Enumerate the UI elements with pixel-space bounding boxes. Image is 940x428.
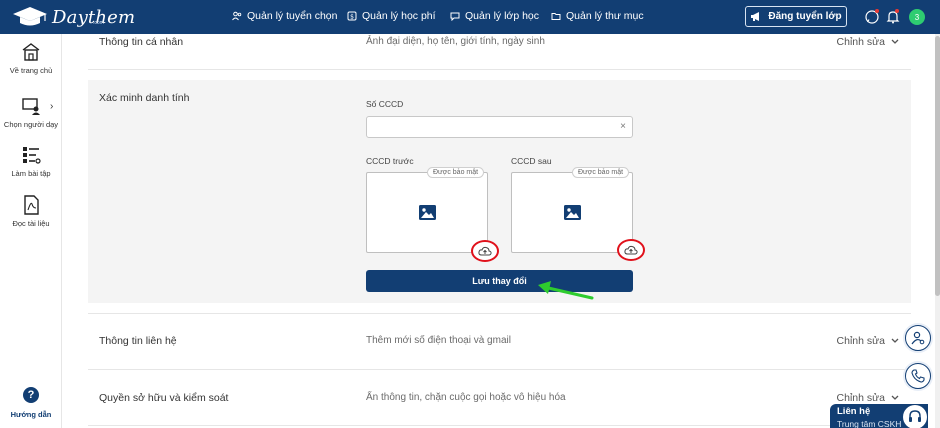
- dollar-icon: $: [347, 11, 357, 21]
- cccd-front-label: CCCD trước: [366, 156, 414, 166]
- sidebar-item-choose-teacher-label: Chọn người dạy: [3, 120, 59, 129]
- user-avatar[interactable]: 3: [909, 9, 925, 25]
- sidebar-item-home[interactable]: Về trang chủ: [0, 42, 62, 75]
- register-class-label: Đăng tuyển lớp: [768, 11, 842, 22]
- logo-subtext: .com: [93, 20, 104, 26]
- chevron-down-icon: [891, 395, 899, 400]
- cccd-back-upload-button[interactable]: [617, 239, 645, 261]
- edit-personal-info-button[interactable]: Chỉnh sửa: [837, 36, 899, 48]
- sidebar-item-documents-label: Đọc tài liệu: [12, 219, 50, 228]
- sidebar: Về trang chủ Chọn người dạy › Làm bài tậ…: [0, 34, 62, 428]
- top-navbar: Daythem .com Quản lý tuyển chọn $ Quản l…: [0, 0, 940, 34]
- section-personal-info-desc: Ảnh đại diện, họ tên, giới tính, ngày si…: [366, 36, 545, 47]
- floating-user-button[interactable]: [905, 325, 931, 351]
- cccd-number-input[interactable]: ×: [366, 116, 633, 138]
- edit-ownership-button[interactable]: Chỉnh sửa: [837, 392, 899, 404]
- section-ownership-desc: Ẩn thông tin, chặn cuộc gọi hoặc vô hiệu…: [366, 392, 566, 403]
- cccd-back-label: CCCD sau: [511, 156, 552, 166]
- section-contact-info: Thông tin liên hệ Thêm mới số điện thoại…: [88, 330, 911, 360]
- image-icon: [564, 205, 581, 220]
- phone-icon: [911, 369, 925, 383]
- teacher-icon: [22, 98, 40, 115]
- clear-icon[interactable]: ×: [620, 121, 626, 132]
- divider: [88, 369, 911, 370]
- nav-recruitment[interactable]: Quản lý tuyển chọn: [232, 10, 337, 22]
- section-contact-info-desc: Thêm mới số điện thoại và gmail: [366, 335, 511, 346]
- sidebar-item-documents[interactable]: Đọc tài liệu: [0, 195, 62, 228]
- register-class-button[interactable]: Đăng tuyển lớp: [745, 6, 847, 27]
- home-icon: [22, 43, 40, 61]
- people-icon: [232, 11, 242, 21]
- cloud-upload-icon: [624, 245, 638, 254]
- bell-badge: [895, 9, 899, 13]
- cccd-front-upload-area[interactable]: Được bảo mật: [366, 167, 488, 253]
- scrollbar-thumb[interactable]: [935, 36, 940, 296]
- divider: [88, 69, 911, 70]
- nav-classes-label: Quản lý lớp học: [465, 10, 540, 22]
- edit-contact-info-button[interactable]: Chỉnh sửa: [837, 335, 899, 347]
- floating-phone-button[interactable]: [905, 363, 931, 389]
- edit-contact-info-label: Chỉnh sửa: [836, 335, 885, 347]
- section-verify-identity-title: Xác minh danh tính: [99, 92, 190, 104]
- nav-folders-label: Quản lý thư mục: [566, 10, 644, 22]
- cccd-back-upload-area[interactable]: Được bảo mật: [511, 167, 633, 253]
- section-ownership-title: Quyền sở hữu và kiểm soát: [99, 392, 229, 404]
- nav-recruitment-label: Quản lý tuyển chọn: [247, 10, 338, 22]
- sidebar-item-help-label: Hướng dẫn: [10, 410, 52, 419]
- nav-tuition-label: Quản lý học phí: [362, 10, 436, 22]
- support-title: Liên hệ: [837, 406, 871, 417]
- megaphone-icon: [751, 12, 760, 21]
- svg-text:$: $: [350, 14, 354, 21]
- folder-icon: [551, 13, 561, 20]
- sidebar-item-home-label: Về trang chủ: [9, 66, 53, 75]
- edit-ownership-label: Chỉnh sửa: [836, 392, 885, 404]
- secure-tag: Được bảo mật: [427, 167, 485, 178]
- chevron-right-icon[interactable]: ›: [50, 101, 53, 112]
- divider: [88, 313, 911, 314]
- cloud-upload-icon: [478, 246, 492, 255]
- exercise-icon: [23, 147, 41, 164]
- logo[interactable]: Daythem: [12, 4, 135, 30]
- nav-folders[interactable]: Quản lý thư mục: [551, 10, 644, 22]
- image-icon: [419, 205, 436, 220]
- headset-icon: [903, 405, 927, 428]
- annotation-arrow-icon: [538, 281, 594, 300]
- sidebar-item-help[interactable]: ? Hướng dẫn: [0, 387, 62, 419]
- sidebar-item-exercises[interactable]: Làm bài tập: [0, 145, 62, 178]
- nav-tuition[interactable]: $ Quản lý học phí: [347, 10, 436, 22]
- message-badge: [875, 9, 879, 13]
- question-icon: ?: [23, 387, 39, 403]
- cccd-number-label: Số CCCD: [366, 99, 404, 109]
- support-contact-widget[interactable]: Liên hệ Trung tâm CSKH: [830, 404, 928, 428]
- graduation-cap-icon: [13, 7, 47, 26]
- sidebar-item-exercises-label: Làm bài tập: [11, 169, 51, 178]
- divider: [88, 425, 911, 426]
- chat-icon: [450, 12, 460, 21]
- section-ownership: Quyền sở hữu và kiểm soát Ẩn thông tin, …: [88, 386, 911, 416]
- edit-personal-info-label: Chỉnh sửa: [836, 36, 885, 48]
- section-contact-info-title: Thông tin liên hệ: [99, 335, 177, 347]
- nav-classes[interactable]: Quản lý lớp học: [450, 10, 539, 22]
- section-personal-info-title: Thông tin cá nhân: [99, 36, 184, 48]
- chevron-down-icon: [891, 338, 899, 343]
- cccd-front-upload-button[interactable]: [471, 240, 499, 262]
- pdf-icon: [24, 195, 39, 215]
- user-settings-icon: [911, 331, 925, 345]
- chevron-down-icon: [891, 39, 899, 44]
- support-subtitle: Trung tâm CSKH: [837, 419, 902, 428]
- section-personal-info: Thông tin cá nhân Ảnh đại diện, họ tên, …: [88, 34, 911, 70]
- secure-tag: Được bảo mật: [572, 167, 630, 178]
